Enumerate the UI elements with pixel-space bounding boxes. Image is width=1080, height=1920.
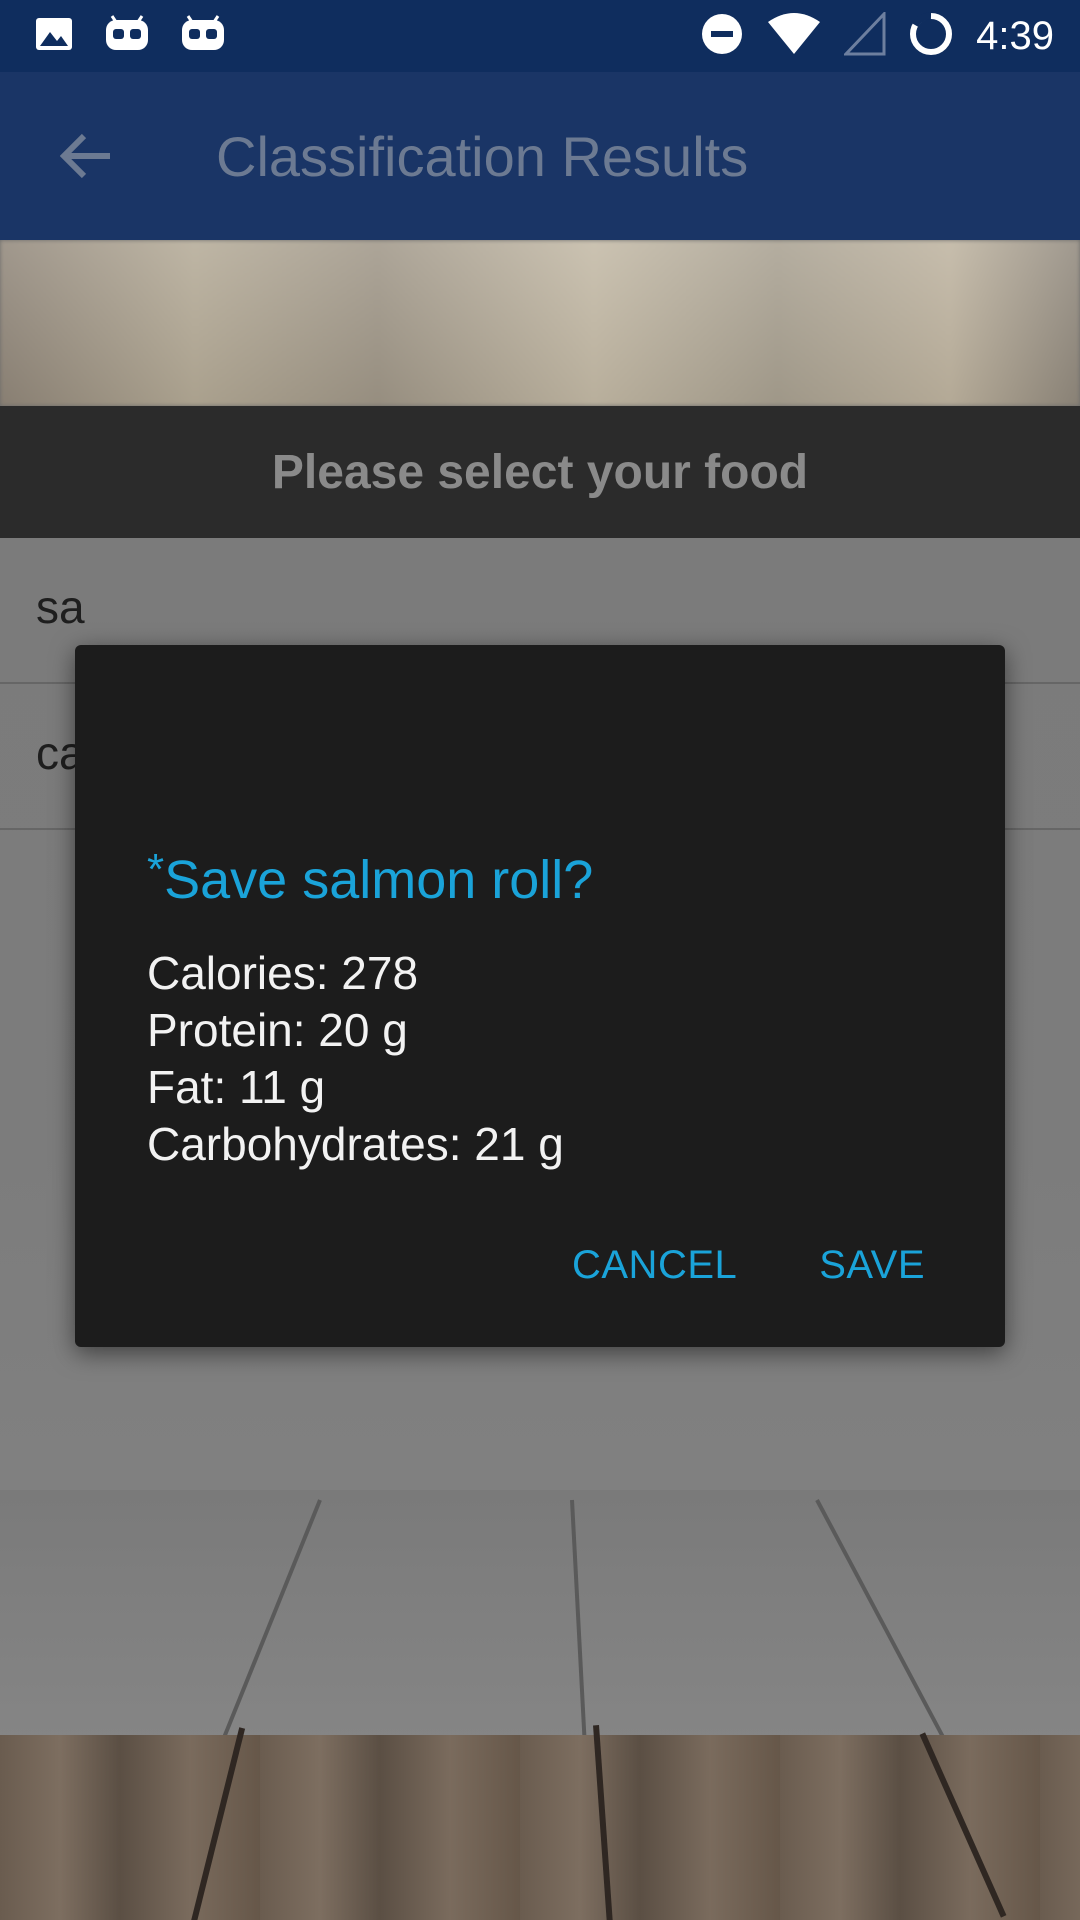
- signal-icon: [842, 9, 886, 61]
- header-background-image: [0, 240, 1080, 406]
- save-button[interactable]: SAVE: [819, 1243, 925, 1288]
- select-food-banner: Please select your food: [0, 406, 1080, 538]
- page-title: Classification Results: [216, 124, 749, 188]
- protein-line: Protein: 20 g: [147, 1004, 408, 1056]
- cyanogen-icon: [180, 14, 226, 59]
- plank-line: [919, 1732, 1007, 1918]
- dialog-title: *Save salmon roll?: [147, 845, 593, 911]
- calories-line: Calories: 278: [147, 947, 419, 999]
- carbohydrates-line: Carbohydrates: 21 g: [147, 1118, 564, 1170]
- app-bar: Classification Results: [0, 72, 1080, 240]
- status-time: 4:39: [976, 13, 1054, 58]
- save-food-dialog: *Save salmon roll? Calories: 278 Protein…: [75, 645, 1005, 1347]
- do-not-disturb-icon: [700, 12, 744, 61]
- back-button[interactable]: [36, 106, 136, 206]
- plank-line: [815, 1499, 960, 1766]
- list-item-label: sa: [36, 581, 85, 633]
- dialog-title-text: Save salmon roll?: [164, 850, 594, 910]
- nutrition-info: Calories: 278 Protein: 20 g Fat: 11 g Ca…: [147, 945, 564, 1173]
- cyanogen-icon: [104, 14, 150, 59]
- floor-foreground: [0, 1725, 1080, 1920]
- dialog-title-prefix: *: [147, 845, 165, 894]
- image-icon: [34, 14, 74, 59]
- sync-icon: [908, 11, 954, 62]
- wifi-icon: [766, 12, 822, 61]
- fat-line: Fat: 11 g: [147, 1061, 326, 1113]
- status-bar: 4:39: [0, 0, 1080, 72]
- plank-line: [593, 1725, 613, 1920]
- dialog-actions: CANCEL SAVE: [572, 1243, 925, 1288]
- select-food-prompt: Please select your food: [271, 445, 809, 499]
- floor-background: [0, 1490, 1080, 1800]
- arrow-left-icon: [60, 133, 110, 179]
- cancel-button[interactable]: CANCEL: [572, 1243, 737, 1288]
- plank-line: [190, 1727, 246, 1920]
